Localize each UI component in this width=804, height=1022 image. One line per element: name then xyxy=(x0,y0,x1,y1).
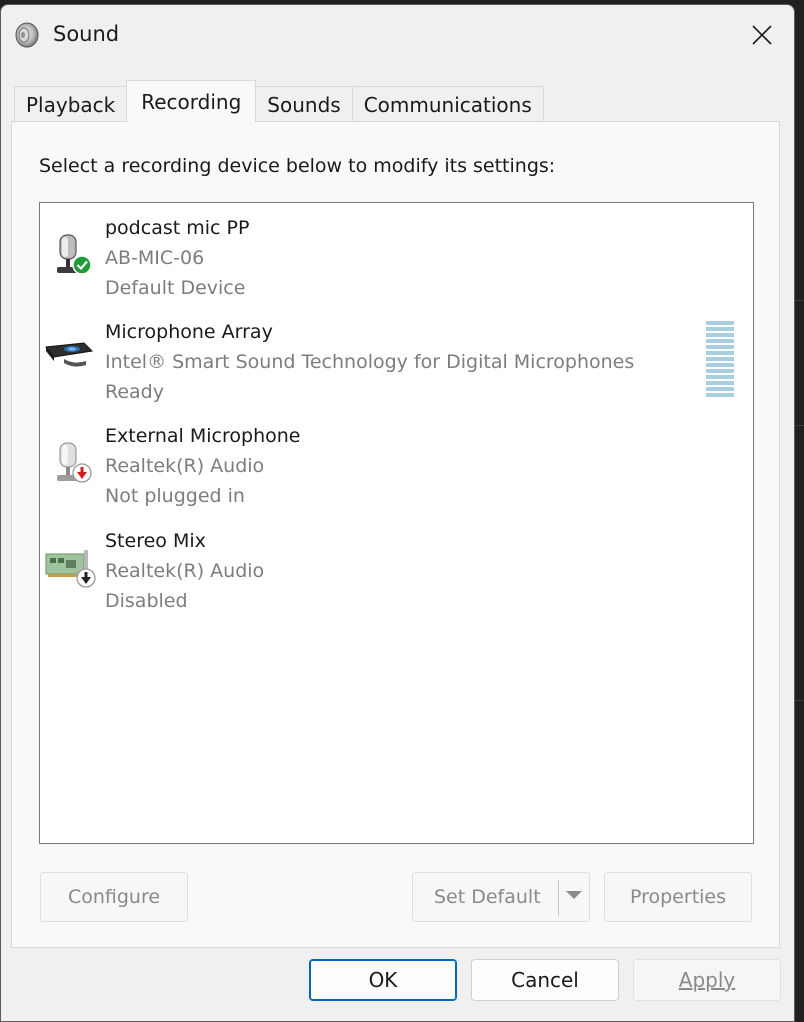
check-badge-icon xyxy=(72,255,92,275)
level-meter-segment xyxy=(706,333,734,337)
device-status: Disabled xyxy=(105,590,188,612)
input-level-meter xyxy=(706,321,734,397)
sound-card-icon xyxy=(45,550,96,588)
properties-button[interactable]: Properties xyxy=(604,872,752,922)
level-meter-segment xyxy=(706,357,734,361)
level-meter-segment xyxy=(706,351,734,355)
level-meter-segment xyxy=(706,327,734,331)
recording-panel: Select a recording device below to modif… xyxy=(11,121,780,948)
split-divider xyxy=(558,880,559,916)
speaker-icon xyxy=(15,22,39,48)
level-meter-segment xyxy=(706,369,734,373)
level-meter-segment xyxy=(706,339,734,343)
level-meter-segment xyxy=(706,345,734,349)
list-item-podcast-mic[interactable]: podcast mic PP AB-MIC-06 Default Device xyxy=(40,203,753,303)
close-button[interactable] xyxy=(746,19,778,51)
sound-dialog: Sound Playback Recording Sounds Communic… xyxy=(0,4,795,1022)
device-status: Default Device xyxy=(105,277,246,299)
close-icon xyxy=(752,25,772,45)
chevron-down-icon[interactable] xyxy=(564,888,584,902)
device-status: Ready xyxy=(105,381,164,403)
device-description: Realtek(R) Audio xyxy=(105,560,265,582)
list-item-stereo-mix[interactable]: Stereo Mix Realtek(R) Audio Disabled xyxy=(40,516,753,616)
device-name: Microphone Array xyxy=(105,321,273,343)
set-default-label: Set Default xyxy=(434,886,541,908)
list-item-external-microphone[interactable]: External Microphone Realtek(R) Audio Not… xyxy=(40,411,753,511)
configure-button[interactable]: Configure xyxy=(40,872,188,922)
tab-recording[interactable]: Recording xyxy=(126,80,257,122)
title-bar: Sound xyxy=(1,5,794,65)
tab-playback[interactable]: Playback xyxy=(14,86,128,122)
tab-strip: Playback Recording Sounds Communications xyxy=(14,80,544,122)
microphone-icon xyxy=(57,234,92,275)
level-meter-segment xyxy=(706,375,734,379)
apply-label: Apply xyxy=(678,968,736,992)
level-meter-segment xyxy=(706,387,734,391)
level-meter-segment xyxy=(706,363,734,367)
level-meter-segment xyxy=(706,381,734,385)
device-name: External Microphone xyxy=(105,425,301,447)
device-name: podcast mic PP xyxy=(105,217,250,239)
cancel-button[interactable]: Cancel xyxy=(471,959,619,1001)
device-description: Realtek(R) Audio xyxy=(105,455,265,477)
microphone-icon xyxy=(57,442,92,483)
device-description: Intel® Smart Sound Technology for Digita… xyxy=(105,351,635,373)
tab-communications[interactable]: Communications xyxy=(351,86,544,122)
window-title: Sound xyxy=(53,22,120,46)
device-name: Stereo Mix xyxy=(105,530,206,552)
ok-button[interactable]: OK xyxy=(309,959,457,1001)
set-default-button[interactable]: Set Default xyxy=(412,872,590,922)
tab-sounds[interactable]: Sounds xyxy=(255,86,353,122)
level-meter-segment xyxy=(706,393,734,397)
device-description: AB-MIC-06 xyxy=(105,247,205,269)
list-item-microphone-array[interactable]: Microphone Array Intel® Smart Sound Tech… xyxy=(40,307,753,407)
webcam-microphone-icon xyxy=(45,342,94,367)
instructions-label: Select a recording device below to modif… xyxy=(39,155,556,177)
level-meter-segment xyxy=(706,321,734,325)
device-list[interactable]: podcast mic PP AB-MIC-06 Default Device … xyxy=(39,202,754,844)
apply-button[interactable]: Apply xyxy=(633,959,781,1001)
device-status: Not plugged in xyxy=(105,485,245,507)
